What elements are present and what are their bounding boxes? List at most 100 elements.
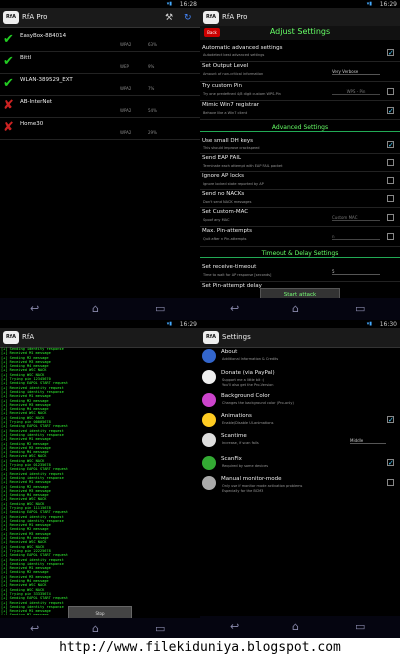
eap-fail-checkbox[interactable]: [387, 159, 394, 166]
network-list-screen: ▾▮ 16:28 RfA RfA Pro ⚒ ↻ ✔ EasyBox-884014…: [0, 0, 200, 320]
no-nacks-checkbox[interactable]: [387, 195, 394, 202]
settings-checkbox[interactable]: ✓: [387, 416, 394, 424]
output-level-setting[interactable]: Set Output Level Amount of non-critical …: [200, 62, 400, 82]
cross-icon: ✘: [3, 120, 14, 135]
network-item[interactable]: ✔ Bittl WEP 9%: [0, 52, 200, 74]
small-dh-setting[interactable]: Use small DH keys This should improve cr…: [200, 137, 400, 154]
network-signal: 54%: [148, 108, 157, 113]
settings-item[interactable]: Animations Enable/Disable UI-animations ✓: [200, 412, 400, 432]
setting-title: Send EAP FAIL: [202, 155, 242, 161]
network-item[interactable]: ✔ EasyBox-884014 WPA2 63%: [0, 30, 200, 52]
status-time: 16:29: [179, 321, 197, 328]
setting-subtitle: This should improve crackspeed: [203, 146, 260, 150]
setting-subtitle: Autodetect best advanced settings: [203, 53, 265, 57]
settings-item-subtitle: Additional Information & Credits: [222, 357, 279, 361]
settings-item[interactable]: Background Color Changes the background c…: [200, 392, 400, 412]
log-output[interactable]: [+] Sending identity response [+] Receive…: [1, 347, 199, 615]
ap-locks-checkbox[interactable]: [387, 177, 394, 184]
receive-timeout-select[interactable]: 5: [332, 269, 380, 275]
settings-item-subtitle-2: Especially for the BCM3: [222, 488, 264, 493]
refresh-icon[interactable]: ↻: [184, 13, 192, 23]
check-icon: ✔: [3, 32, 14, 47]
max-pin-setting[interactable]: Max. Pin-attempts Quit after n Pin-attem…: [200, 227, 400, 247]
network-item[interactable]: ✘ AB-InterNet WPA2 54%: [0, 96, 200, 118]
recent-apps-icon[interactable]: ▭: [355, 621, 365, 633]
network-ssid: AB-InterNet: [20, 99, 53, 105]
home-icon[interactable]: ⌂: [292, 621, 299, 633]
max-pin-input[interactable]: n: [332, 234, 380, 240]
auto-advanced-checkbox[interactable]: ✓: [387, 49, 394, 57]
setting-title: Send no NACKs: [202, 191, 245, 197]
settings-checkbox[interactable]: [387, 479, 394, 486]
custom-pin-checkbox[interactable]: [387, 88, 394, 95]
settings-item[interactable]: Manual monitor-mode Only use if monitor m…: [200, 475, 400, 495]
setting-subtitle: Ignore locked state reported by AP: [203, 182, 264, 186]
mimic-win7-setting[interactable]: Mimic Win7 registrar Behave like a Win7 …: [200, 101, 400, 120]
settings-item-title: Manual monitor-mode: [221, 476, 282, 482]
wifi-signal-icon: ▾▮: [366, 321, 372, 327]
settings-item-title: Donate (via PayPal): [221, 370, 275, 376]
attack-log-screen: ▾▮ 16:29 RfA RfA [+] Sending identity re…: [0, 320, 200, 640]
settings-item-title: About: [221, 349, 238, 355]
recent-apps-icon[interactable]: ▭: [155, 303, 165, 315]
scantime-select[interactable]: Middle: [350, 438, 386, 444]
network-security: WPA2: [120, 130, 132, 135]
back-icon[interactable]: ↩: [230, 621, 239, 633]
no-nacks-setting[interactable]: Send no NACKs Don't send NACK messages: [200, 190, 400, 208]
tools-icon[interactable]: ⚒: [165, 13, 173, 23]
output-level-select[interactable]: Very Verbose: [332, 69, 380, 75]
home-icon[interactable]: ⌂: [92, 303, 99, 315]
setting-title: Set Custom-MAC: [202, 209, 249, 215]
custom-mac-checkbox[interactable]: [387, 214, 394, 221]
network-signal: 7%: [148, 86, 155, 91]
back-icon[interactable]: ↩: [230, 303, 239, 315]
setting-title: Set receive-timeout: [202, 264, 257, 270]
gears-icon: [202, 476, 216, 490]
setting-subtitle: Spoof any MAC: [203, 218, 230, 222]
auto-advanced-setting[interactable]: Automatic advanced settings Autodetect b…: [200, 44, 400, 62]
max-pin-checkbox[interactable]: [387, 233, 394, 240]
ap-locks-setting[interactable]: Ignore AP locks Ignore locked state repo…: [200, 172, 400, 190]
settings-item[interactable]: ScanFix Required by some devices ✓: [200, 455, 400, 475]
eap-fail-setting[interactable]: Send EAP FAIL Terminate each attempt wit…: [200, 154, 400, 172]
app-logo: RfA: [3, 11, 19, 24]
settings-checkbox[interactable]: ✓: [387, 459, 394, 467]
settings-item[interactable]: About Additional Information & Credits: [200, 348, 400, 368]
app-title: RfA Pro: [22, 13, 48, 21]
nav-bar: ↩ ⌂ ▭: [0, 298, 200, 320]
network-ssid: EasyBox-884014: [20, 33, 67, 39]
recent-apps-icon[interactable]: ▭: [155, 623, 165, 635]
settings-item-subtitle-2: You'll also get the Pro-Version: [222, 382, 274, 387]
custom-mac-setting[interactable]: Set Custom-MAC Spoof any MAC Custom MAC: [200, 208, 400, 227]
settings-item-subtitle: Increase, if scan fails: [222, 441, 259, 445]
settings-item[interactable]: Scantime Increase, if scan fails Middle: [200, 432, 400, 452]
custom-pin-input[interactable]: WPS - Pin: [332, 89, 380, 95]
status-time: 16:28: [179, 1, 197, 8]
setting-subtitle: Terminate each attempt with EAP FAIL pac…: [203, 164, 283, 168]
setting-title: Ignore AP locks: [202, 173, 245, 179]
network-item[interactable]: ✔ WLAN-389529_EXT WPA2 7%: [0, 74, 200, 96]
home-icon[interactable]: ⌂: [292, 303, 299, 315]
small-dh-checkbox[interactable]: ✓: [387, 141, 394, 149]
setting-title: Try custom Pin: [202, 83, 243, 89]
status-bar: ▾▮ 16:29: [200, 0, 400, 8]
recent-apps-icon[interactable]: ▭: [355, 303, 365, 315]
back-icon[interactable]: ↩: [30, 623, 39, 635]
settings-item[interactable]: Donate (via PayPal) Support me a little b…: [200, 369, 400, 389]
setting-subtitle: Try one predefined 4/8 digit custom WPS-…: [203, 92, 281, 96]
settings-item-subtitle: Changes the background color (Pro-only): [222, 401, 294, 405]
custom-pin-setting[interactable]: Try custom Pin Try one predefined 4/8 di…: [200, 82, 400, 101]
watermark-url: http://www.filekiduniya.blogspot.com: [0, 638, 400, 663]
adjust-settings-screen: ▾▮ 16:29 RfA RfA Pro Back Adjust Setting…: [200, 0, 400, 320]
mimic-checkbox[interactable]: ✓: [387, 107, 394, 115]
coin-icon: [202, 370, 216, 384]
back-icon[interactable]: ↩: [30, 303, 39, 315]
receive-timeout-setting[interactable]: Set receive-timeout Time to wait for AP …: [200, 263, 400, 282]
app-title: Settings: [222, 333, 251, 341]
custom-mac-input[interactable]: Custom MAC: [332, 215, 380, 221]
home-icon[interactable]: ⌂: [92, 623, 99, 635]
app-logo: RfA: [203, 11, 219, 24]
network-item[interactable]: ✘ Home30 WPA2 29%: [0, 118, 200, 140]
action-bar: RfA RfA: [0, 328, 200, 348]
nav-bar: ↩ ⌂ ▭: [0, 618, 200, 640]
